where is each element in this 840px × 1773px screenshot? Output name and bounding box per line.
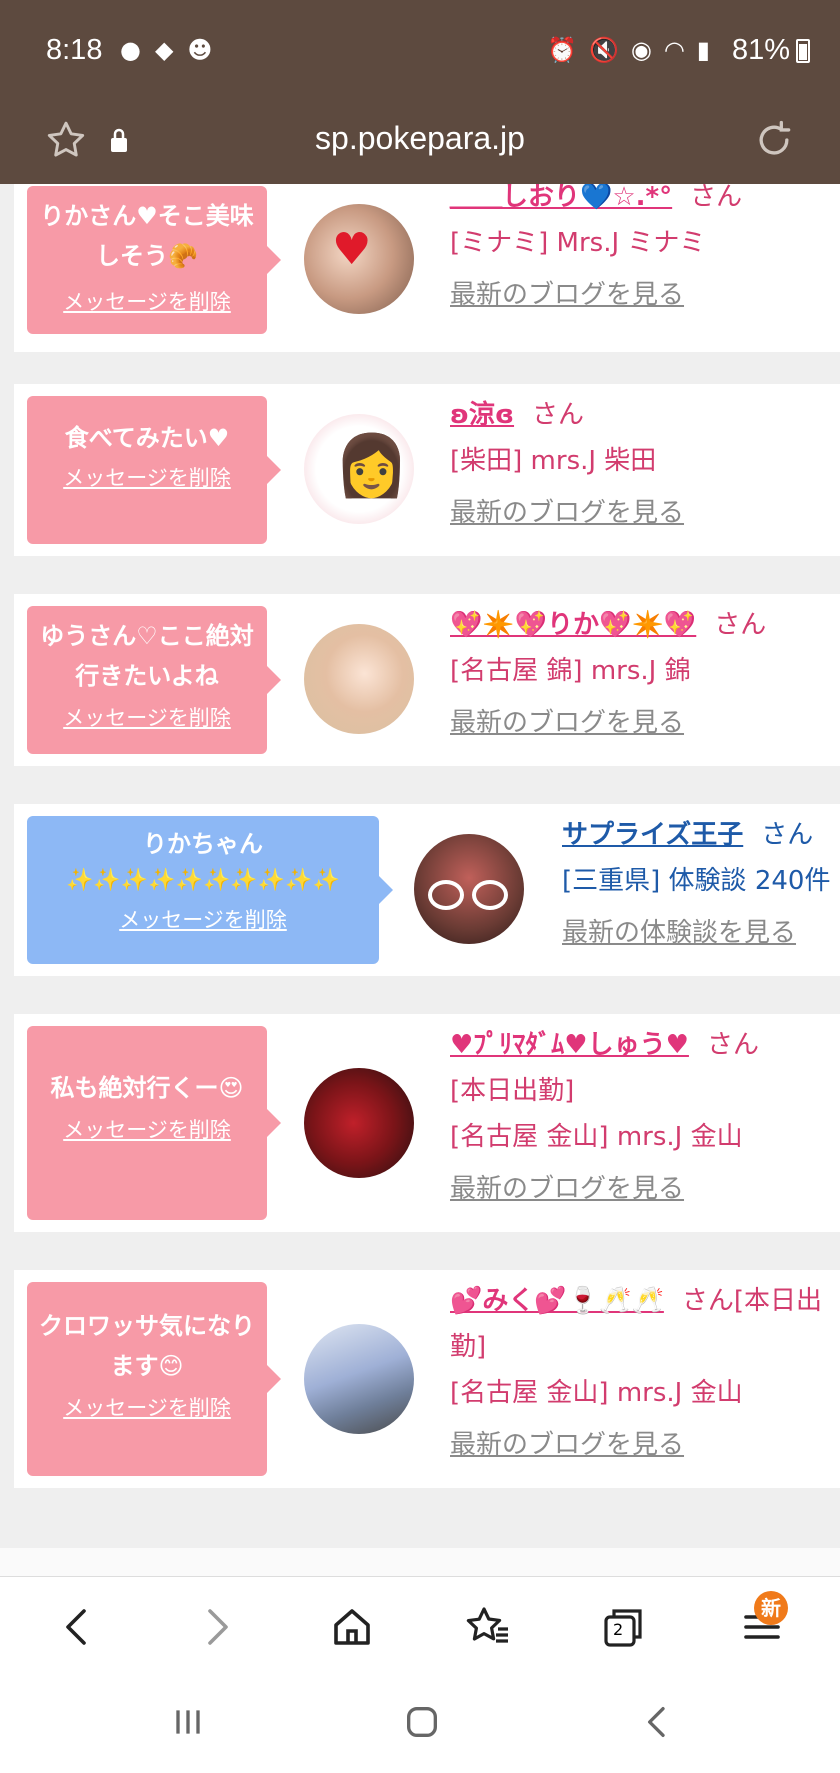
mute-icon: 🔇	[588, 36, 619, 64]
tabs-button[interactable]: 2	[600, 1603, 648, 1651]
work-status: [本日出勤]	[450, 1076, 575, 1106]
user-name-link[interactable]: 💖✴️💖りか💖✴️💖	[450, 610, 696, 640]
honorific: さん	[532, 400, 585, 430]
user-name-link[interactable]: 💕みく💕🍷🥂🥂	[450, 1286, 664, 1316]
list-item: 食べてみたい♥ メッセージを削除 👩 ʚ涼ɞ さん [柴田] mrs.J 柴田 最…	[14, 384, 840, 556]
sunglasses-icon	[472, 880, 508, 910]
status-time: 8:18	[46, 34, 103, 66]
message-bubble: りかさん♥そこ美味しそう🥐 メッセージを削除	[27, 186, 281, 334]
address-bar: sp.pokepara.jp	[0, 102, 840, 184]
shop-info: [三重県] 体験談 240件	[562, 866, 831, 896]
review-link[interactable]: 最新の体験談を見る	[562, 918, 796, 948]
message-bubble: りかちゃん ✨✨✨✨✨✨✨✨✨✨ メッセージを削除	[27, 816, 393, 964]
next-section	[0, 1548, 840, 1576]
message-text: ゆうさん♡ここ絶対行きたいよね	[40, 622, 254, 690]
location-icon: ◉	[630, 36, 652, 64]
message-bubble: 食べてみたい♥ メッセージを削除	[27, 396, 281, 544]
delete-message-link[interactable]: メッセージを削除	[27, 286, 267, 316]
delete-message-link[interactable]: メッセージを削除	[27, 904, 379, 934]
blog-link[interactable]: 最新のブログを見る	[450, 1430, 684, 1460]
blog-link[interactable]: 最新のブログを見る	[450, 280, 684, 310]
avatar[interactable]	[414, 834, 524, 944]
character-icon: 👩	[334, 431, 409, 501]
reload-icon[interactable]	[752, 118, 796, 162]
message-bubble: クロワッサ気になります😊 メッセージを削除	[27, 1282, 281, 1476]
back-icon[interactable]	[54, 1603, 102, 1651]
user-name-link[interactable]: ♥ﾌﾟﾘﾏﾀﾞﾑ♥しゅう♥	[450, 1030, 689, 1060]
home-button-icon[interactable]	[402, 1702, 442, 1742]
shop-info: [名古屋 錦] mrs.J 錦	[450, 656, 691, 686]
user-info: ʚ涼ɞ さん [柴田] mrs.J 柴田 最新のブログを見る	[450, 392, 840, 536]
blog-link[interactable]: 最新のブログを見る	[450, 1174, 684, 1204]
message-bubble: 私も絶対行くー😍 メッセージを削除	[27, 1026, 281, 1220]
system-back-icon[interactable]	[638, 1702, 678, 1742]
delete-message-link[interactable]: メッセージを削除	[27, 1114, 267, 1144]
battery-level: 81%	[731, 34, 790, 66]
app-notification-icon: ☻	[187, 36, 213, 64]
user-name-link[interactable]: ＿＿しおり💙☆.*°	[450, 184, 672, 212]
shop-info: [ミナミ] Mrs.J ミナミ	[450, 228, 706, 258]
avatar[interactable]	[304, 1068, 414, 1178]
avatar[interactable]: 👩	[304, 414, 414, 524]
honorific: さん	[706, 1030, 759, 1060]
message-text: りかさん♥そこ美味しそう🥐	[40, 202, 254, 270]
battery-indicator: 81%	[732, 34, 810, 67]
list-item: りかさん♥そこ美味しそう🥐 メッセージを削除 ♥ ＿＿しおり💙☆.*° さん [ミ…	[14, 184, 840, 352]
delete-message-link[interactable]: メッセージを削除	[27, 702, 267, 732]
signal-icon: ▮	[696, 36, 710, 64]
user-info: 💕みく💕🍷🥂🥂 さん[本日出勤] [名古屋 金山] mrs.J 金山 最新のブログ…	[450, 1278, 840, 1468]
new-badge: 新	[754, 1591, 788, 1625]
message-text: クロワッサ気になります😊	[39, 1312, 255, 1380]
tabs-icon	[604, 1609, 642, 1647]
bookmarks-icon[interactable]	[464, 1603, 512, 1651]
blog-link[interactable]: 最新のブログを見る	[450, 498, 684, 528]
honorific: さん	[690, 184, 743, 212]
list-item: ゆうさん♡ここ絶対行きたいよね メッセージを削除 💖✴️💖りか💖✴️💖 さん [名…	[14, 594, 840, 766]
avatar[interactable]	[304, 1324, 414, 1434]
notification-icons: ● ◆ ☻	[120, 36, 212, 64]
heart-icon: ♥	[332, 224, 372, 275]
tabs-count: 2	[613, 1620, 624, 1639]
user-info: 💖✴️💖りか💖✴️💖 さん [名古屋 錦] mrs.J 錦 最新のブログを見る	[450, 602, 840, 746]
sunglasses-icon	[428, 880, 464, 910]
wifi-icon: ◠	[663, 36, 685, 64]
delete-message-link[interactable]: メッセージを削除	[27, 1392, 267, 1422]
message-decoration: ✨✨✨✨✨✨✨✨✨✨	[66, 868, 340, 893]
battery-icon	[796, 38, 810, 63]
forward-icon[interactable]	[192, 1603, 240, 1651]
alarm-icon: ⏰	[547, 36, 577, 64]
avatar[interactable]	[304, 624, 414, 734]
notification-icon: ●	[120, 36, 141, 64]
notification-icon: ◆	[154, 36, 174, 64]
delete-message-link[interactable]: メッセージを削除	[27, 462, 267, 492]
avatar[interactable]: ♥	[304, 204, 414, 314]
status-bar: 8:18 ● ◆ ☻ ⏰ 🔇 ◉ ◠ ▮ 81%	[0, 0, 840, 102]
home-icon[interactable]	[328, 1603, 376, 1651]
message-bubble: ゆうさん♡ここ絶対行きたいよね メッセージを削除	[27, 606, 281, 754]
system-navigation	[0, 1676, 840, 1773]
url-text[interactable]: sp.pokepara.jp	[0, 120, 840, 157]
recent-apps-icon[interactable]	[168, 1702, 208, 1742]
list-item: りかちゃん ✨✨✨✨✨✨✨✨✨✨ メッセージを削除 サプライズ王子 さん [三重県…	[14, 804, 840, 976]
user-info: ＿＿しおり💙☆.*° さん [ミナミ] Mrs.J ミナミ 最新のブログを見る	[450, 184, 840, 318]
message-text: りかちゃん	[143, 830, 263, 858]
system-icons: ⏰ 🔇 ◉ ◠ ▮	[547, 36, 710, 64]
message-text: 私も絶対行くー😍	[50, 1074, 244, 1102]
list-item: 私も絶対行くー😍 メッセージを削除 ♥ﾌﾟﾘﾏﾀﾞﾑ♥しゅう♥ さん [本日出勤]…	[14, 1014, 840, 1232]
shop-info: [柴田] mrs.J 柴田	[450, 446, 657, 476]
shop-info: [名古屋 金山] mrs.J 金山	[450, 1122, 743, 1152]
message-list: りかさん♥そこ美味しそう🥐 メッセージを削除 ♥ ＿＿しおり💙☆.*° さん [ミ…	[0, 184, 840, 1576]
user-info: サプライズ王子 さん [三重県] 体験談 240件 最新の体験談を見る	[562, 812, 840, 956]
message-text: 食べてみたい♥	[64, 424, 230, 452]
user-info: ♥ﾌﾟﾘﾏﾀﾞﾑ♥しゅう♥ さん [本日出勤] [名古屋 金山] mrs.J 金山…	[450, 1022, 840, 1212]
list-item: クロワッサ気になります😊 メッセージを削除 💕みく💕🍷🥂🥂 さん[本日出勤] [名…	[14, 1270, 840, 1488]
shop-info: [名古屋 金山] mrs.J 金山	[450, 1378, 743, 1408]
browser-toolbar: 2 新	[0, 1576, 840, 1676]
user-name-link[interactable]: ʚ涼ɞ	[450, 400, 514, 430]
user-name-link[interactable]: サプライズ王子	[562, 820, 743, 850]
honorific: さん	[714, 610, 767, 640]
blog-link[interactable]: 最新のブログを見る	[450, 708, 684, 738]
honorific: さん	[761, 820, 814, 850]
